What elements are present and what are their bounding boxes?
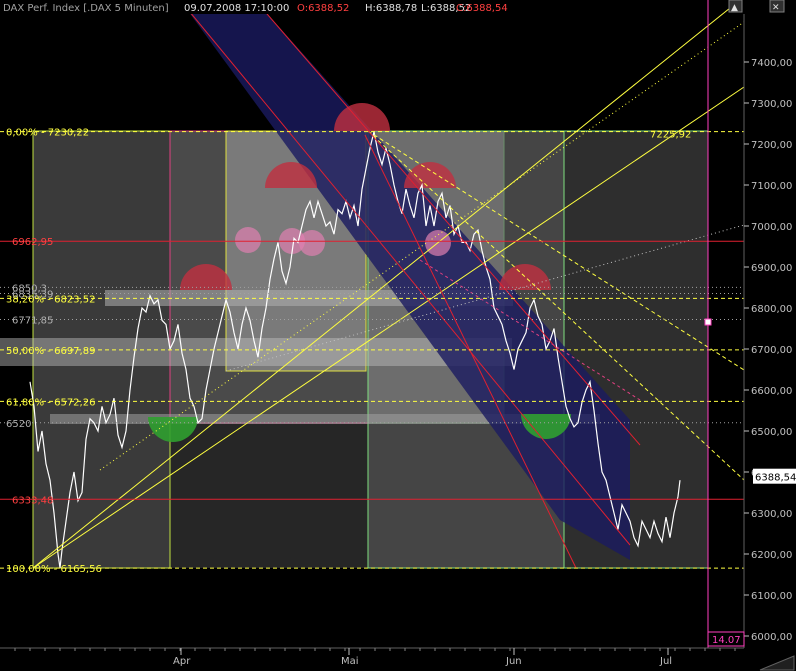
header-high: H:6388,78 bbox=[365, 3, 417, 14]
fib-label: 0,00% - 7230,22 bbox=[6, 128, 89, 139]
scroll-up-icon: ▲ bbox=[731, 3, 738, 13]
fib-label: 50,00% - 6697,89 bbox=[6, 346, 95, 357]
pivot-marker bbox=[299, 230, 325, 256]
y-tick-label: 6900,00 bbox=[751, 263, 792, 274]
y-tick-label: 7100,00 bbox=[751, 181, 792, 192]
y-tick-label: 6600,00 bbox=[751, 386, 792, 397]
y-tick-label: 7300,00 bbox=[751, 99, 792, 110]
level-label: 6835,39 bbox=[12, 289, 53, 300]
x-axis-panel bbox=[0, 648, 744, 671]
y-tick-label: 6300,00 bbox=[751, 509, 792, 520]
y-tick-label: 7200,00 bbox=[751, 140, 792, 151]
level-label: 7225,92 bbox=[650, 129, 691, 140]
today-marker-handle[interactable] bbox=[704, 318, 712, 326]
last-price-label: 6388,54 bbox=[755, 473, 796, 484]
y-tick-label: 6500,00 bbox=[751, 427, 792, 438]
y-tick-label: 6200,00 bbox=[751, 550, 792, 561]
header-close: C:6388,54 bbox=[456, 3, 508, 14]
y-tick-label: 7000,00 bbox=[751, 222, 792, 233]
level-label: 6771,85 bbox=[12, 316, 53, 327]
x-tick-label: Jul bbox=[659, 656, 672, 667]
y-tick-label: 6100,00 bbox=[751, 591, 792, 602]
x-tick-label: Mai bbox=[341, 656, 359, 667]
y-tick-label: 6700,00 bbox=[751, 345, 792, 356]
level-label: 6962,95 bbox=[12, 237, 53, 248]
y-tick-label: 7400,00 bbox=[751, 58, 792, 69]
x-tick-label: Apr bbox=[173, 656, 191, 667]
y-tick-label: 6000,00 bbox=[751, 632, 792, 643]
chart-window: 0,00% - 7230,22 38,20% - 6823,52 50,00% - … bbox=[0, 0, 796, 671]
chart-canvas: 0,00% - 7230,2238,20% - 6823,5250,00% - … bbox=[0, 0, 796, 671]
date-marker-label: 14.07 bbox=[712, 635, 741, 646]
y-tick-label: 6800,00 bbox=[751, 304, 792, 315]
x-tick-label: Jun bbox=[505, 656, 522, 667]
chart-title: DAX Perf. Index [.DAX 5 Minuten] bbox=[3, 3, 169, 14]
header-date: 09.07.2008 17:10:00 bbox=[184, 3, 289, 14]
y-axis-panel bbox=[744, 14, 796, 671]
fib-label: 100,00% - 6165,56 bbox=[6, 564, 102, 575]
pivot-marker bbox=[235, 227, 261, 253]
level-label: 6520 bbox=[6, 419, 31, 430]
fib-label: 61,80% - 6572,26 bbox=[6, 397, 95, 408]
close-icon: ✕ bbox=[772, 3, 780, 13]
header-open: O:6388,52 bbox=[297, 3, 349, 14]
level-label: 6333,48 bbox=[12, 495, 53, 506]
